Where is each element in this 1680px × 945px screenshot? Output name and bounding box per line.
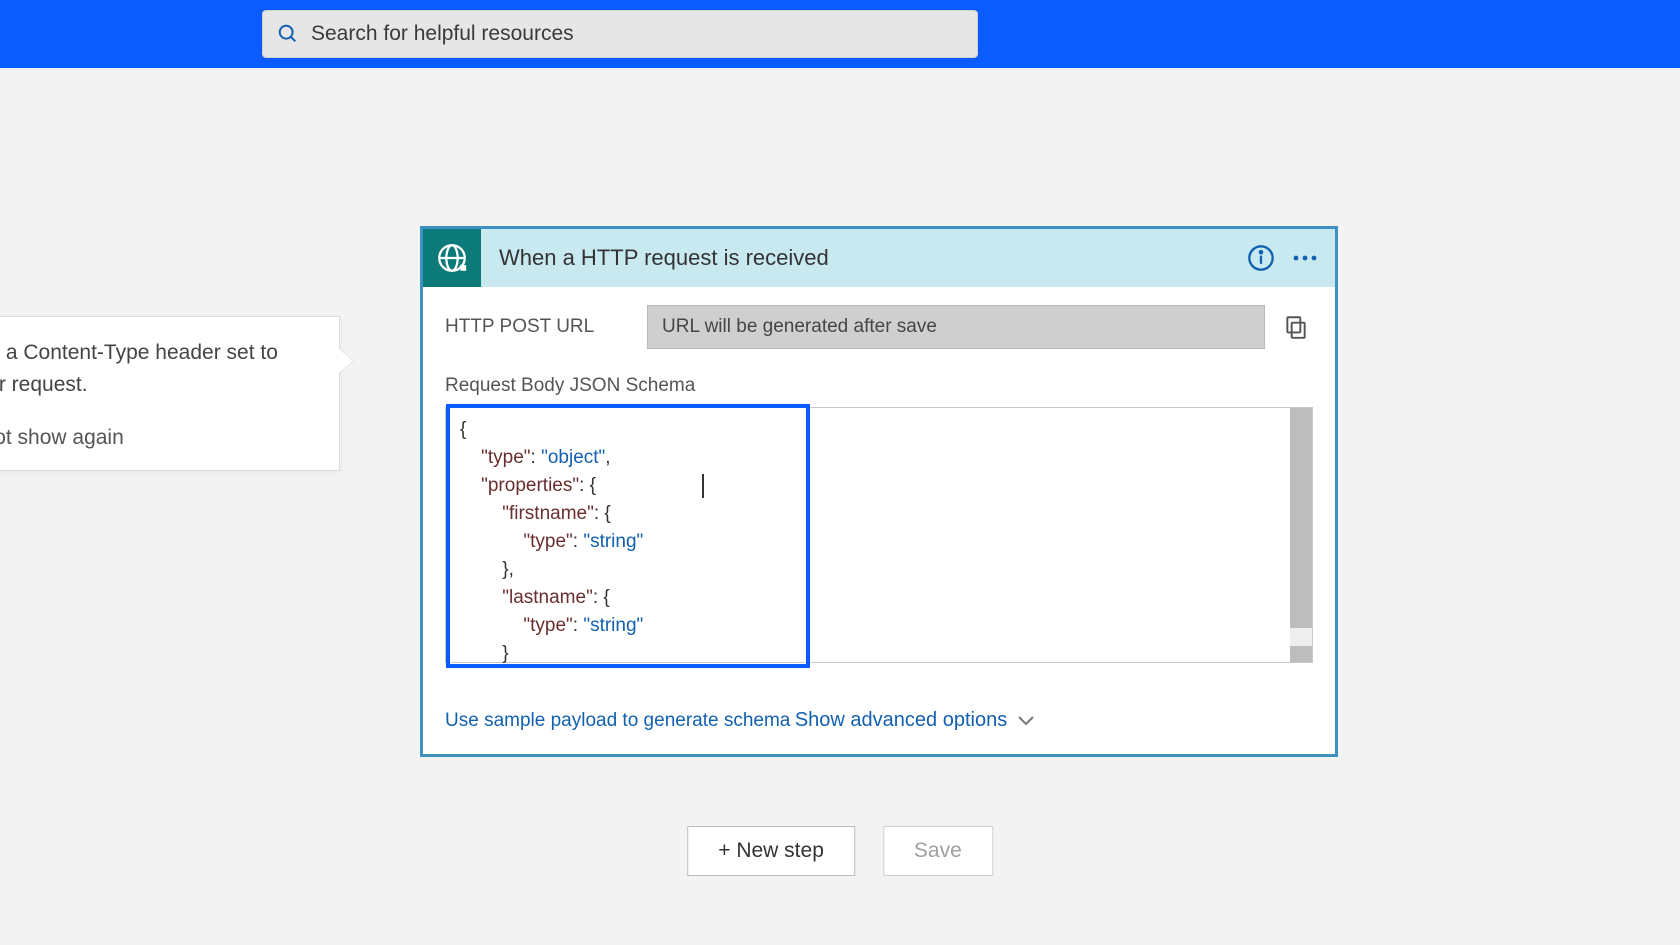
- search-input[interactable]: Search for helpful resources: [262, 10, 978, 58]
- search-icon: [277, 23, 299, 45]
- text-caret: [702, 474, 704, 498]
- scrollbar[interactable]: [1290, 408, 1312, 662]
- designer-canvas: ude a Content-Type header set to your re…: [0, 68, 1680, 945]
- top-bar: Search for helpful resources: [0, 0, 1680, 68]
- trigger-header[interactable]: When a HTTP request is received: [423, 229, 1335, 287]
- http-url-row: HTTP POST URL URL will be generated afte…: [445, 305, 1313, 349]
- hint-tooltip: ude a Content-Type header set to your re…: [0, 316, 340, 471]
- trigger-card: When a HTTP request is received HTTP POS…: [420, 226, 1338, 757]
- copy-url-icon[interactable]: [1279, 310, 1313, 344]
- search-placeholder: Search for helpful resources: [311, 22, 574, 46]
- tooltip-text: ude a Content-Type header set to your re…: [0, 337, 315, 400]
- http-url-label: HTTP POST URL: [445, 316, 633, 338]
- schema-editor[interactable]: { "type": "object", "properties": { "fir…: [445, 407, 1313, 663]
- http-url-value: URL will be generated after save: [647, 305, 1265, 349]
- show-advanced-options-toggle[interactable]: Show advanced options: [795, 709, 1035, 732]
- trigger-body: HTTP POST URL URL will be generated afte…: [423, 287, 1335, 754]
- tooltip-dismiss-link[interactable]: o not show again: [0, 426, 315, 450]
- more-menu-icon[interactable]: [1287, 240, 1323, 276]
- new-step-button[interactable]: + New step: [687, 826, 855, 876]
- schema-label: Request Body JSON Schema: [445, 375, 1313, 397]
- trigger-title: When a HTTP request is received: [499, 245, 1235, 271]
- use-sample-payload-link[interactable]: Use sample payload to generate schema: [445, 710, 790, 732]
- info-icon[interactable]: [1243, 240, 1279, 276]
- chevron-down-icon: [1017, 715, 1035, 727]
- http-request-icon: [423, 229, 481, 287]
- bottom-action-bar: + New step Save: [687, 826, 993, 876]
- save-button: Save: [883, 826, 993, 876]
- advanced-options-label: Show advanced options: [795, 709, 1007, 732]
